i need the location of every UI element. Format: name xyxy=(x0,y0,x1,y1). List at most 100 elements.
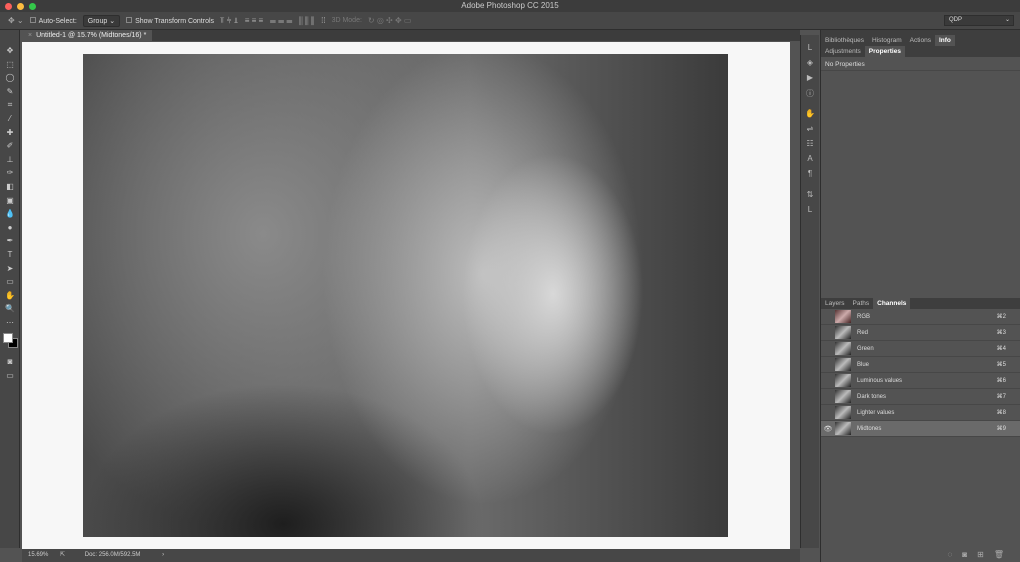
tab-actions[interactable]: Actions xyxy=(906,35,935,46)
status-bar: 15.69% ⇱ Doc: 256.0M/592.5M › xyxy=(22,549,800,562)
channel-shortcut: ⌘7 xyxy=(996,394,1006,400)
hand-tool-icon[interactable]: ✋ xyxy=(0,289,20,303)
align-icons[interactable]: ⫪ ⫩ ⫫ ≡ ≡ ≡ ☰ ☰ ☰ ⫼ ⫼ ⫼ ⁞⁞ xyxy=(220,16,326,26)
paragraph-icon[interactable]: ¶ xyxy=(801,169,819,184)
type-tool-icon[interactable]: T xyxy=(0,248,20,262)
channel-thumbnail xyxy=(835,390,851,403)
quick-mask-icon[interactable]: ◙ xyxy=(0,355,20,369)
channel-row[interactable]: Red ⌘3 xyxy=(821,325,1020,341)
tab-properties[interactable]: Properties xyxy=(864,46,905,57)
channel-thumbnail xyxy=(835,326,851,339)
screen-mode-icon[interactable]: ▭ xyxy=(0,369,20,383)
auto-select-value: Group xyxy=(87,17,108,25)
3d-tools-icons[interactable]: ↻ ◎ ✣ ✥ ▭ xyxy=(368,16,412,25)
eyedropper-tool-icon[interactable]: ⁄ xyxy=(0,112,20,126)
app-title: Adobe Photoshop CC 2015 xyxy=(461,1,559,10)
new-channel-icon[interactable]: ⊞ xyxy=(977,550,984,559)
channel-row[interactable]: Dark tones ⌘7 xyxy=(821,389,1020,405)
channel-shortcut: ⌘6 xyxy=(996,378,1006,384)
actions-icon[interactable]: ▶ xyxy=(801,73,819,88)
panel-icon-strip: L ◈ ▶ ⓘ ✋ ⇌ ☷ A ¶ ⇅ L xyxy=(800,35,819,548)
channel-row[interactable]: Blue ⌘5 xyxy=(821,357,1020,373)
visibility-eye-icon[interactable]: 👁 xyxy=(821,425,835,433)
channel-panel-actions: ◌ ◙ ⊞ 🗑 xyxy=(948,550,1004,559)
sliders-icon[interactable]: ⇌ xyxy=(801,124,819,139)
channel-thumbnail xyxy=(835,422,851,435)
tab-paths[interactable]: Paths xyxy=(849,298,874,309)
properties-content: No Properties xyxy=(821,57,1020,71)
info-icon[interactable]: ⓘ xyxy=(801,88,819,103)
export-icon[interactable]: ⇱ xyxy=(60,552,65,558)
tab-info[interactable]: Info xyxy=(934,35,955,46)
marquee-tool-icon[interactable]: ⬚ xyxy=(0,58,20,72)
document-tabs: × Untitled-1 @ 15.7% (Midtones/16) * xyxy=(22,30,800,41)
channel-row[interactable]: Luminous values ⌘6 xyxy=(821,373,1020,389)
auto-select-checkbox[interactable]: Auto-Select: xyxy=(29,16,77,25)
workspace-dropdown[interactable]: QDP ⌄ xyxy=(944,15,1014,26)
channel-shortcut: ⌘2 xyxy=(996,314,1006,320)
channel-row[interactable]: RGB ⌘2 xyxy=(821,309,1020,325)
pen-tool-icon[interactable]: ✒ xyxy=(0,234,20,248)
channel-name: Luminous values xyxy=(857,377,903,384)
status-menu-arrow[interactable]: › xyxy=(162,552,164,558)
adjust-icon[interactable]: ✋ xyxy=(801,109,819,124)
tab-libraries[interactable]: Bibliothèques xyxy=(821,35,868,46)
zoom-window-button[interactable] xyxy=(29,3,36,10)
tab-channels[interactable]: Channels xyxy=(873,298,911,309)
channel-shortcut: ⌘8 xyxy=(996,410,1006,416)
eraser-tool-icon[interactable]: ◧ xyxy=(0,180,20,194)
tab-adjustments[interactable]: Adjustments xyxy=(821,46,865,57)
channel-name: Lighter values xyxy=(857,409,895,416)
history-brush-tool-icon[interactable]: ✑ xyxy=(0,166,20,180)
blur-tool-icon[interactable]: 💧 xyxy=(0,207,20,221)
top-panel-tabs-row2: Adjustments Properties xyxy=(821,46,1020,57)
move-tool-icon[interactable]: ✥ ⌄ xyxy=(8,16,24,25)
document-tab[interactable]: × Untitled-1 @ 15.7% (Midtones/16) * xyxy=(22,30,153,41)
lasso-tool-icon[interactable]: ◯ xyxy=(0,71,20,85)
save-selection-icon[interactable]: ◙ xyxy=(962,550,967,559)
channel-row[interactable]: Lighter values ⌘8 xyxy=(821,405,1020,421)
color-swatches[interactable] xyxy=(0,329,19,355)
minimize-window-button[interactable] xyxy=(17,3,24,10)
options-bar: ✥ ⌄ Auto-Select: Group ⌄ Show Transform … xyxy=(0,12,1020,30)
show-transform-checkbox[interactable]: Show Transform Controls xyxy=(126,16,215,25)
channel-row[interactable]: 👁 Midtones ⌘9 xyxy=(821,421,1020,437)
channel-name: Midtones xyxy=(857,425,882,432)
channel-list: RGB ⌘2 Red ⌘3 Green ⌘4 Blue ⌘5 Luminous values ⌘6… xyxy=(821,309,1020,437)
tools-panel: ✥ ⬚ ◯ ✎ ⌗ ⁄ ✚ ✐ ⊥ ✑ ◧ ▣ 💧 ● ✒ T ➤ ▭ ✋ 🔍 … xyxy=(0,30,20,548)
auto-select-dropdown[interactable]: Group ⌄ xyxy=(82,14,121,27)
channel-thumbnail xyxy=(835,310,851,323)
histogram-icon[interactable]: ◈ xyxy=(801,58,819,73)
zoom-level[interactable]: 15.69% xyxy=(28,552,48,558)
zoom-tool-icon[interactable]: 🔍 xyxy=(0,302,20,316)
channel-shortcut: ⌘9 xyxy=(996,426,1006,432)
libraries-icon[interactable]: L xyxy=(801,43,819,58)
layers-icon[interactable]: L xyxy=(801,205,819,220)
channel-shortcut: ⌘3 xyxy=(996,330,1006,336)
character-icon[interactable]: A xyxy=(801,154,819,169)
close-tab-icon[interactable]: × xyxy=(28,32,32,39)
crop-tool-icon[interactable]: ⌗ xyxy=(0,98,20,112)
shape-tool-icon[interactable]: ▭ xyxy=(0,275,20,289)
delete-channel-icon[interactable]: 🗑 xyxy=(994,550,1004,559)
tab-histogram[interactable]: Histogram xyxy=(868,35,906,46)
path-select-tool-icon[interactable]: ➤ xyxy=(0,262,20,276)
move-tool-icon[interactable]: ✥ xyxy=(0,44,20,58)
title-bar: Adobe Photoshop CC 2015 xyxy=(0,0,1020,12)
properties-icon[interactable]: ⇅ xyxy=(801,190,819,205)
portrait-photo[interactable] xyxy=(83,54,728,537)
brush-tool-icon[interactable]: ✐ xyxy=(0,139,20,153)
load-selection-icon[interactable]: ◌ xyxy=(948,550,953,559)
close-window-button[interactable] xyxy=(5,3,12,10)
quick-select-tool-icon[interactable]: ✎ xyxy=(0,85,20,99)
doc-size: Doc: 256.0M/592.5M xyxy=(84,552,141,558)
stamp-tool-icon[interactable]: ⊥ xyxy=(0,153,20,167)
dodge-tool-icon[interactable]: ● xyxy=(0,221,20,235)
show-transform-label: Show Transform Controls xyxy=(135,17,215,25)
brush-settings-icon[interactable]: ☷ xyxy=(801,139,819,154)
channel-row[interactable]: Green ⌘4 xyxy=(821,341,1020,357)
tab-layers[interactable]: Layers xyxy=(821,298,849,309)
healing-tool-icon[interactable]: ✚ xyxy=(0,126,20,140)
more-tools-icon[interactable]: ⋯ xyxy=(0,316,20,330)
gradient-tool-icon[interactable]: ▣ xyxy=(0,194,20,208)
